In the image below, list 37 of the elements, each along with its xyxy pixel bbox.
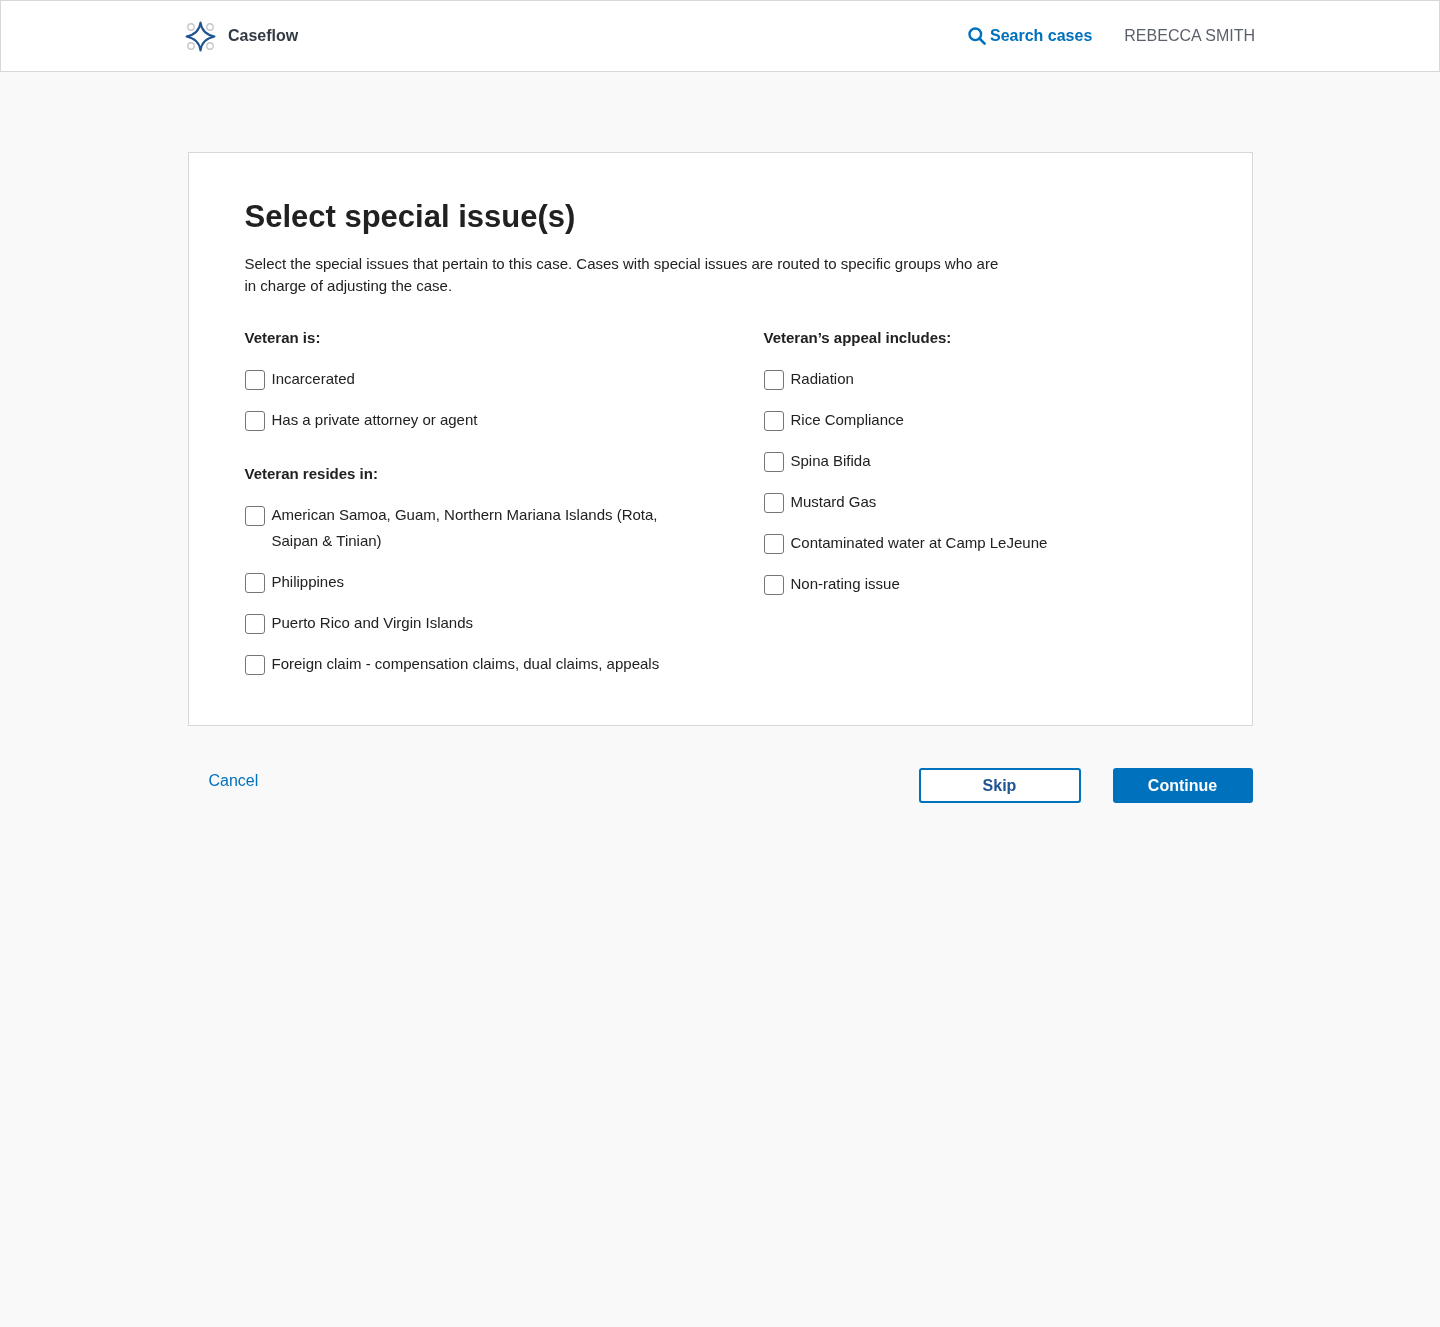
checkbox-label[interactable]: Incarcerated (271, 366, 355, 392)
checkbox-label[interactable]: Radiation (790, 366, 854, 392)
continue-button[interactable]: Continue (1112, 768, 1253, 803)
description-text: Select the special issues that pertain to this case. Cases with special issues are routed to specific groups who are in charge of adjusting the case. (244, 254, 1000, 296)
page-title: Select special issue(s) (244, 199, 576, 235)
cancel-link[interactable]: Cancel (208, 772, 259, 790)
star-logo-icon (185, 20, 216, 52)
checkbox[interactable] (763, 534, 784, 554)
checkbox-label[interactable]: Contaminated water at Camp LeJeune (790, 530, 1048, 556)
checkbox-label[interactable]: Non-rating issue (790, 571, 900, 597)
checkbox[interactable] (244, 506, 265, 526)
checkbox[interactable] (763, 411, 784, 431)
checkbox-label[interactable]: Has a private attorney or agent (271, 407, 478, 433)
search-link[interactable]: Search cases (968, 27, 1093, 45)
checkbox[interactable] (244, 370, 265, 390)
checkbox[interactable] (763, 493, 784, 513)
checkbox-label[interactable]: Mustard Gas (790, 489, 877, 515)
checkbox-label[interactable]: Philippines (271, 569, 345, 595)
search-icon (968, 27, 986, 45)
checkbox[interactable] (244, 573, 265, 593)
checkbox[interactable] (244, 614, 265, 634)
checkbox[interactable] (763, 575, 784, 595)
group-heading: Veteran is: (244, 328, 321, 348)
checkbox-label[interactable]: Foreign claim - compensation claims, dual claims, appeals (271, 651, 660, 677)
app-name: Caseflow (228, 27, 299, 45)
user-name: REBECCA SMITH (1124, 27, 1255, 45)
checkbox[interactable] (763, 370, 784, 390)
group-heading: Veteran’s appeal includes: (763, 328, 952, 348)
group-heading: Veteran resides in: (244, 464, 378, 484)
checkbox-label[interactable]: Rice Compliance (790, 407, 904, 433)
checkbox[interactable] (244, 411, 265, 431)
skip-button[interactable]: Skip (918, 768, 1081, 803)
checkbox[interactable] (763, 452, 784, 472)
checkbox-label[interactable]: Puerto Rico and Virgin Islands (271, 610, 473, 636)
checkbox-label[interactable]: Spina Bifida (790, 448, 871, 474)
checkbox-label[interactable]: American Samoa, Guam, Northern Mariana Islands (Rota, Saipan & Tinian) (271, 502, 700, 554)
checkbox[interactable] (244, 655, 265, 675)
